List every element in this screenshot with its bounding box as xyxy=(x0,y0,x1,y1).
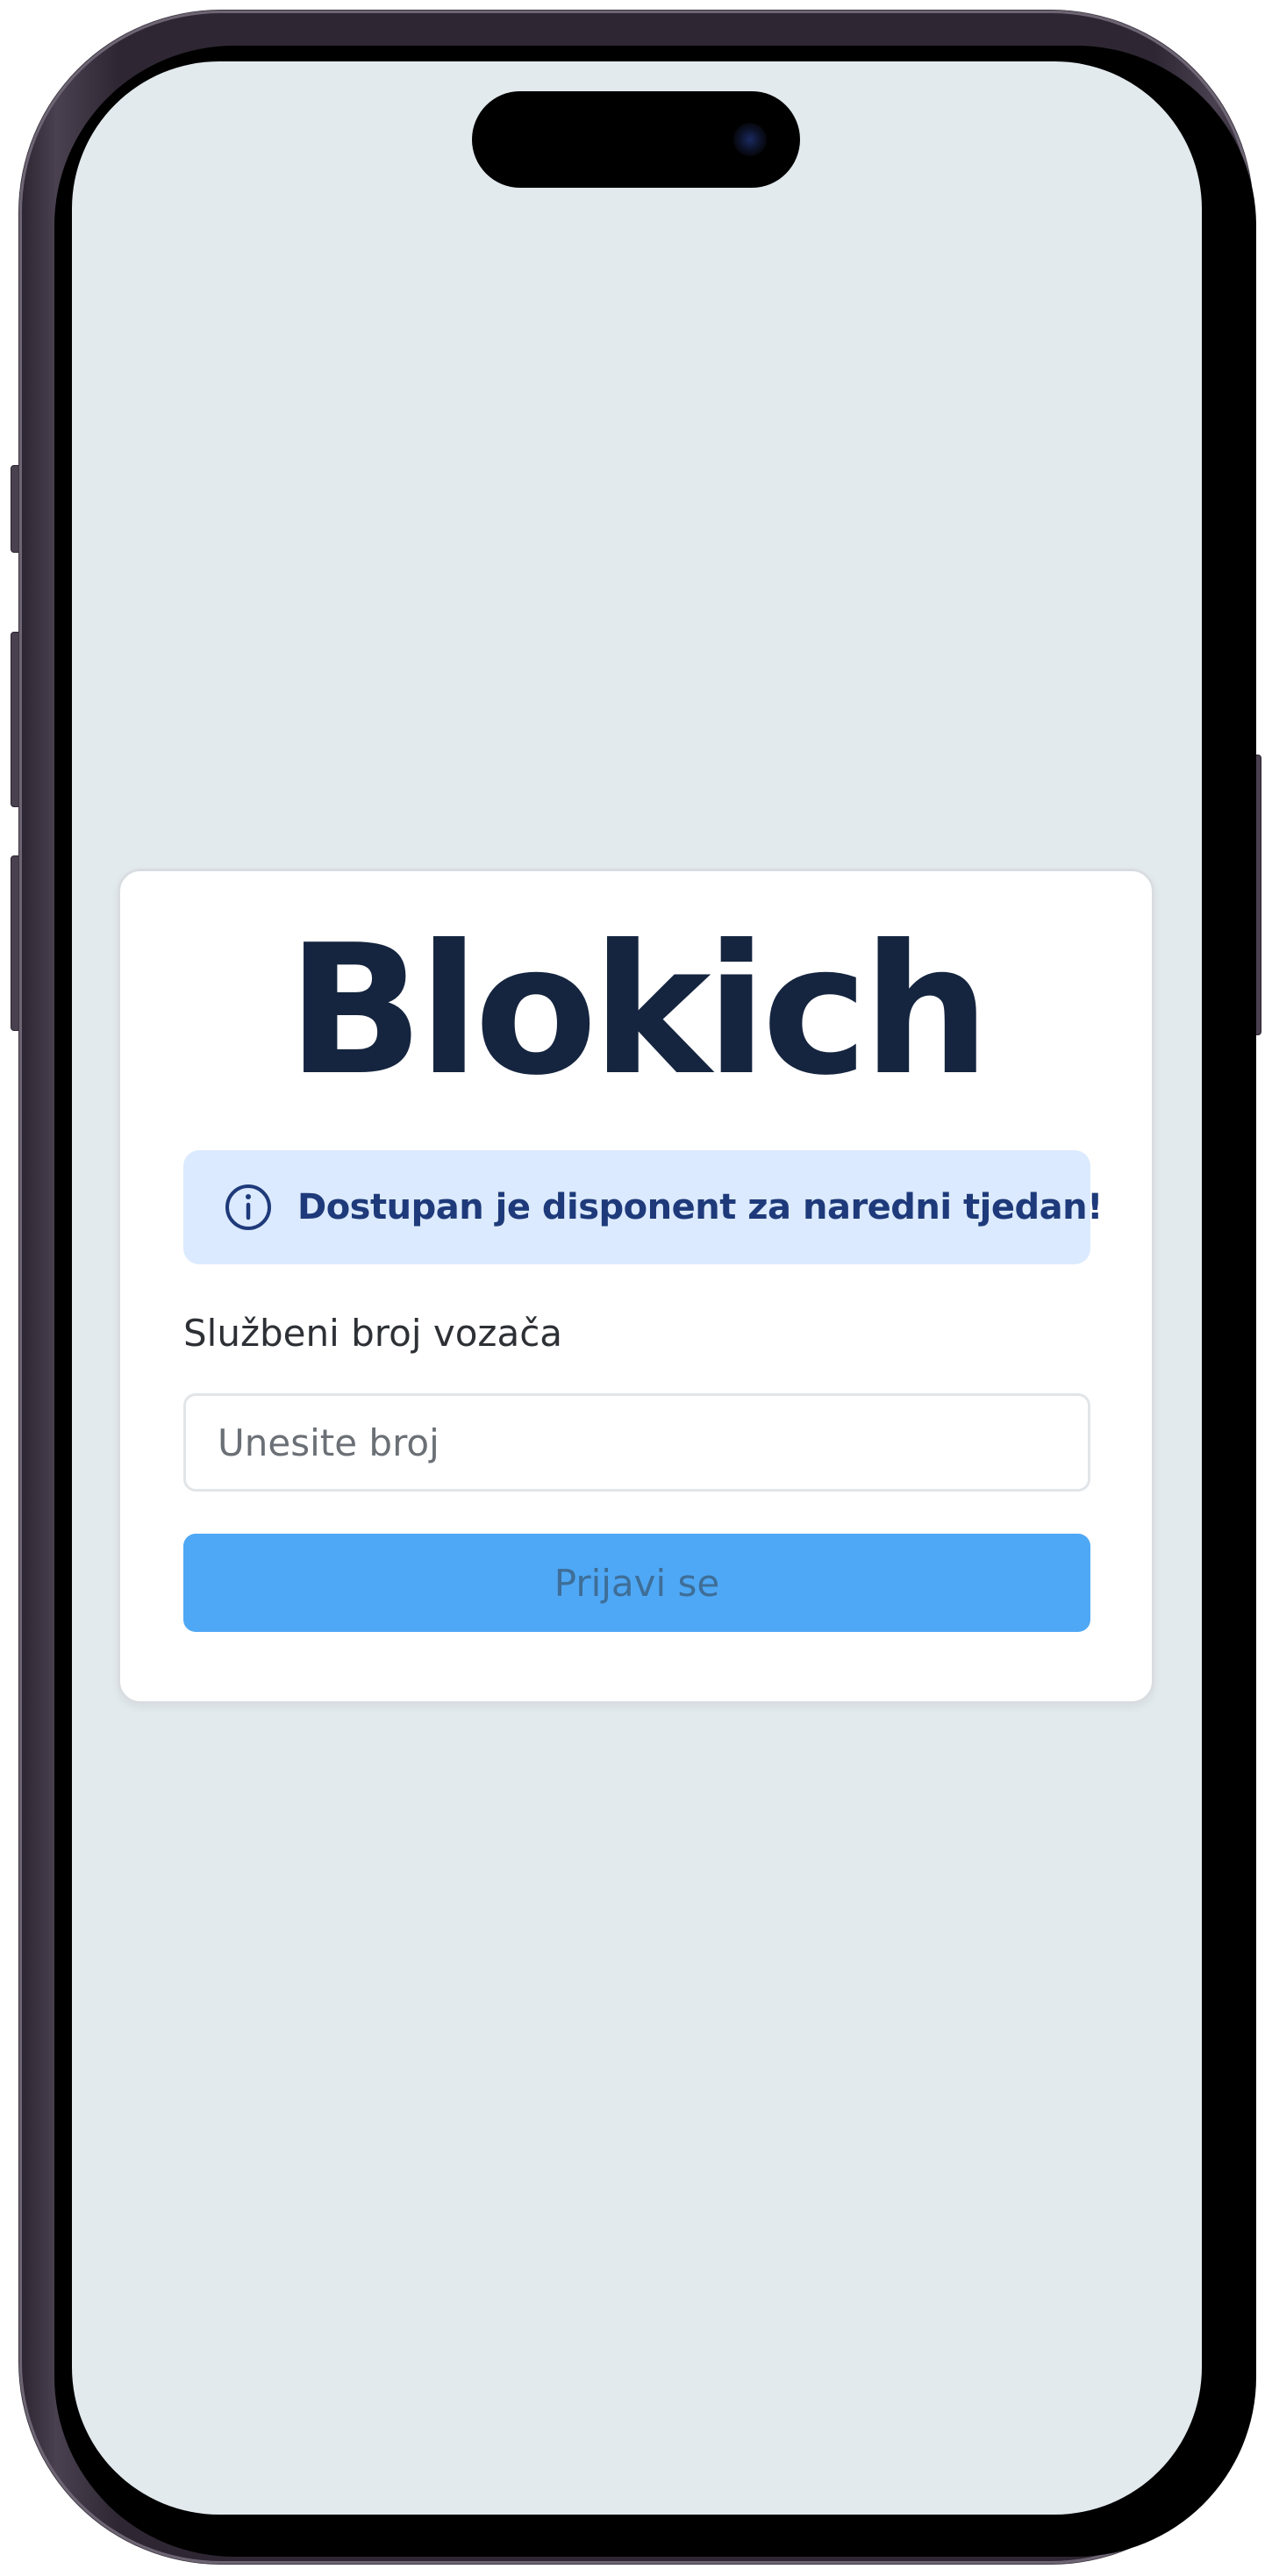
app-logo: Blokich xyxy=(287,907,990,1115)
login-card: Blokich Dostupan je disponent za naredni… xyxy=(118,869,1154,1704)
info-alert: Dostupan je disponent za naredni tjedan! xyxy=(183,1150,1103,1264)
dynamic-island xyxy=(472,91,800,188)
driver-number-label: Službeni broj vozača xyxy=(183,1312,563,1355)
phone-screen: Blokich Dostupan je disponent za naredni… xyxy=(72,61,1202,2515)
login-button[interactable]: Prijavi se xyxy=(183,1534,1090,1632)
front-camera-icon xyxy=(733,123,767,156)
driver-number-input[interactable] xyxy=(183,1393,1090,1492)
alert-message: Dostupan je disponent za naredni tjedan! xyxy=(297,1187,1103,1227)
info-circle-icon xyxy=(225,1184,271,1230)
